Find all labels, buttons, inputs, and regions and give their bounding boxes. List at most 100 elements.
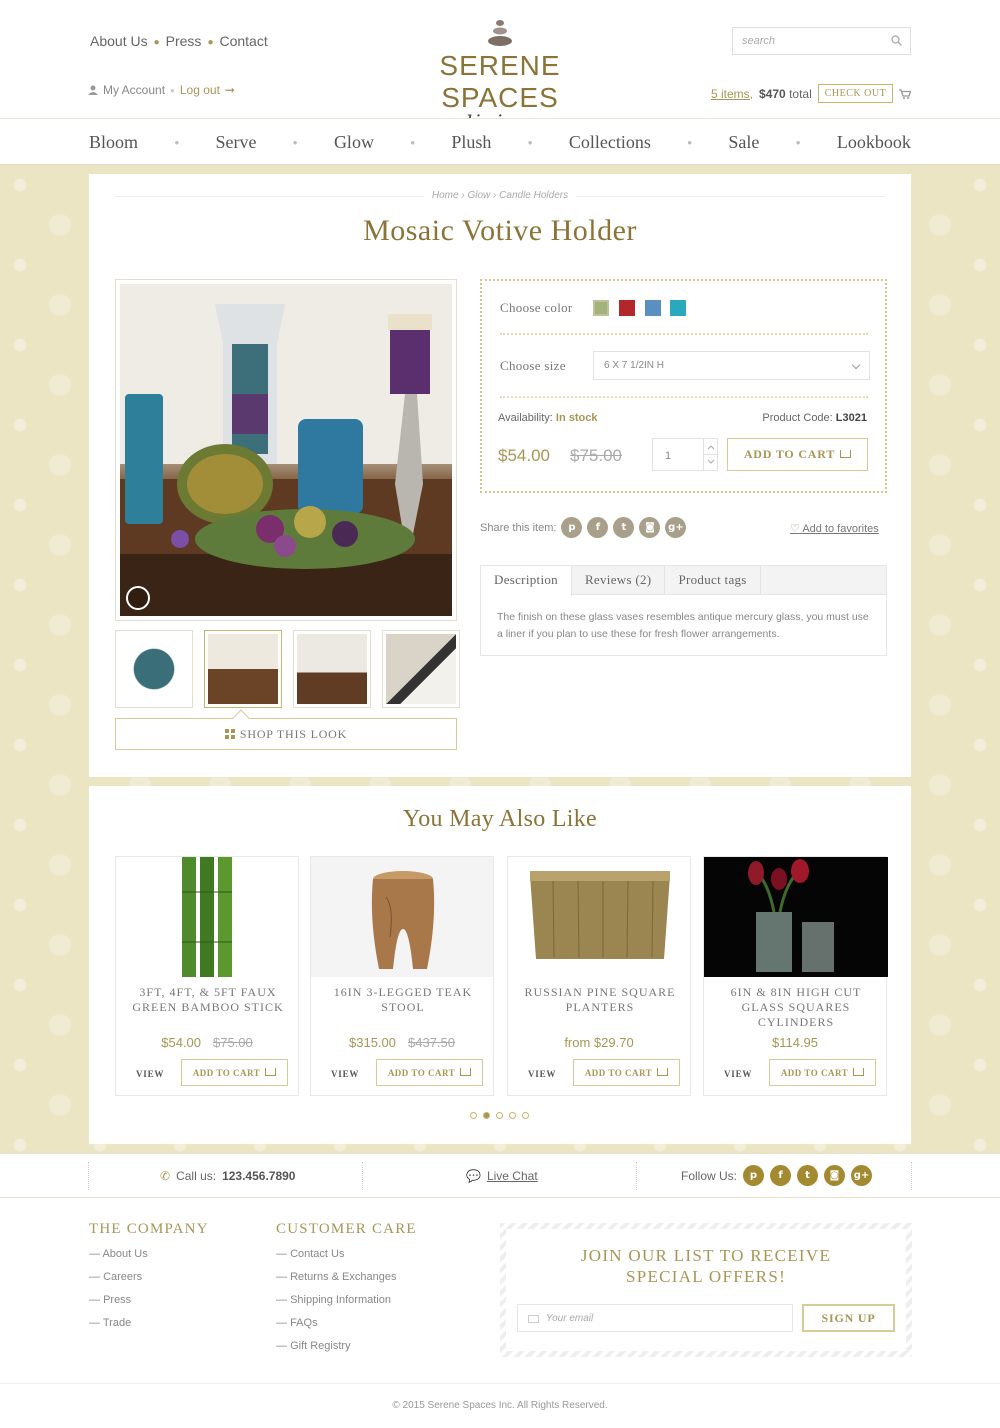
thumbnail[interactable] (293, 630, 371, 708)
nav-collections[interactable]: Collections (569, 132, 651, 153)
footer-link[interactable]: — FAQs (276, 1317, 396, 1340)
add-to-cart-button[interactable]: ADD TO CART (573, 1059, 680, 1086)
tab-reviews[interactable]: Reviews (2) (572, 566, 666, 594)
logo[interactable]: SERENE SPACES living (400, 18, 600, 134)
contact-link[interactable]: Contact (219, 33, 267, 49)
thumbnail[interactable] (115, 630, 193, 708)
nav-plush[interactable]: Plush (451, 132, 491, 153)
sign-up-button[interactable]: SIGN UP (802, 1304, 895, 1332)
quantity-stepper[interactable]: 1 (652, 438, 718, 471)
product-name[interactable]: RUSSIAN PINE SQUARE PLANTERS (518, 985, 682, 1015)
checkout-button[interactable]: CHECK OUT (817, 84, 894, 103)
product-card[interactable]: 3FT, 4FT, & 5FT FAUX GREEN BAMBOO STICK … (115, 856, 299, 1096)
product-image[interactable] (704, 857, 888, 977)
cart-icon[interactable] (899, 88, 912, 99)
facebook-icon[interactable]: f (587, 517, 609, 538)
user-icon (88, 85, 98, 95)
product-image[interactable] (311, 857, 493, 977)
nav-separator: ● (174, 137, 180, 147)
thumbnail[interactable] (204, 630, 282, 708)
product-main-image[interactable] (115, 279, 457, 621)
follow-label: Follow Us: (681, 1168, 738, 1183)
product-image[interactable] (116, 857, 298, 977)
add-to-cart-button[interactable]: ADD TO CART (769, 1059, 876, 1086)
quantity-value: 1 (665, 450, 672, 462)
product-card[interactable]: 6IN & 8IN HIGH CUT GLASS SQUARES CYLINDE… (703, 856, 888, 1096)
twitter-icon[interactable]: t (613, 517, 635, 538)
instagram-icon[interactable]: ◙ (824, 1165, 846, 1186)
view-button[interactable]: VIEW (136, 1069, 164, 1079)
divider (88, 1162, 89, 1190)
nav-lookbook[interactable]: Lookbook (837, 132, 911, 153)
live-chat[interactable]: 💬 Live Chat (466, 1169, 538, 1183)
product-image[interactable] (508, 857, 690, 977)
carousel-dot[interactable] (496, 1112, 503, 1119)
my-account-link[interactable]: My Account (103, 83, 165, 97)
nav-bloom[interactable]: Bloom (89, 132, 138, 153)
color-swatch-blue[interactable] (645, 300, 661, 316)
footer-link[interactable]: — Careers (89, 1271, 148, 1294)
cart-items-link[interactable]: 5 items, (711, 87, 753, 101)
add-to-cart-button[interactable]: ADD TO CART (181, 1059, 288, 1086)
footer-link-label: Contact Us (290, 1248, 345, 1260)
carousel-dot[interactable] (522, 1112, 529, 1119)
nav-serve[interactable]: Serve (215, 132, 256, 153)
breadcrumb-candle-holders[interactable]: Candle Holders (499, 190, 568, 201)
email-field[interactable]: Your email (517, 1304, 793, 1332)
product-name[interactable]: 16IN 3-LEGGED TEAK STOOL (321, 985, 485, 1015)
footer-link[interactable]: — Press (89, 1294, 148, 1317)
product-name[interactable]: 6IN & 8IN HIGH CUT GLASS SQUARES CYLINDE… (714, 985, 878, 1030)
search-icon[interactable] (891, 35, 902, 46)
color-swatch-sage[interactable] (593, 300, 609, 316)
nav-sale[interactable]: Sale (728, 132, 759, 153)
view-button[interactable]: VIEW (724, 1069, 752, 1079)
thumbnail[interactable] (382, 630, 460, 708)
facebook-icon[interactable]: f (770, 1165, 792, 1186)
carousel-dot-active[interactable] (483, 1112, 490, 1119)
product-card[interactable]: 16IN 3-LEGGED TEAK STOOL $315.00 $437.50 … (310, 856, 494, 1096)
search-input[interactable]: search (732, 27, 911, 55)
google-plus-icon[interactable]: g+ (665, 517, 687, 538)
footer-link[interactable]: — Shipping Information (276, 1294, 396, 1317)
instagram-icon[interactable]: ◙ (639, 517, 661, 538)
color-swatch-red[interactable] (619, 300, 635, 316)
quantity-arrows[interactable] (703, 439, 718, 470)
view-button[interactable]: VIEW (528, 1069, 556, 1079)
add-to-favorites-link[interactable]: ♡ Add to favorites (790, 522, 879, 535)
about-us-link[interactable]: About Us (90, 33, 148, 49)
carousel-dot[interactable] (470, 1112, 477, 1119)
email-placeholder: Your email (546, 1313, 594, 1324)
color-swatch-teal[interactable] (670, 300, 686, 316)
twitter-icon[interactable]: t (797, 1165, 819, 1186)
nav-separator: ● (687, 137, 693, 147)
shop-this-look-button[interactable]: SHOP THIS LOOK (115, 709, 457, 750)
thumbnail-strip (115, 630, 460, 708)
view-button[interactable]: VIEW (331, 1069, 359, 1079)
press-link[interactable]: Press (166, 33, 202, 49)
product-card[interactable]: RUSSIAN PINE SQUARE PLANTERS from $29.70… (507, 856, 691, 1096)
chat-icon: 💬 (466, 1169, 481, 1183)
add-to-cart-button[interactable]: ADD TO CART (376, 1059, 483, 1086)
zoom-icon[interactable] (126, 586, 150, 610)
breadcrumb-home[interactable]: Home (432, 190, 459, 201)
footer-link[interactable]: — Trade (89, 1317, 148, 1340)
logout-link[interactable]: Log out (180, 83, 220, 97)
product-name[interactable]: 3FT, 4FT, & 5FT FAUX GREEN BAMBOO STICK (126, 985, 290, 1015)
nav-glow[interactable]: Glow (334, 132, 374, 153)
footer-link[interactable]: — About Us (89, 1248, 148, 1271)
pinterest-icon[interactable]: p (561, 517, 583, 538)
footer-link[interactable]: — Gift Registry (276, 1340, 396, 1363)
add-to-cart-button[interactable]: ADD TO CART (727, 438, 868, 471)
breadcrumb-glow[interactable]: Glow (467, 190, 490, 201)
google-plus-icon[interactable]: g+ (851, 1165, 873, 1186)
footer-link[interactable]: — Contact Us (276, 1248, 396, 1271)
pinterest-icon[interactable]: p (743, 1165, 765, 1186)
tab-product-tags[interactable]: Product tags (665, 566, 761, 594)
tab-description[interactable]: Description (481, 566, 572, 596)
live-chat-link[interactable]: Live Chat (487, 1169, 538, 1183)
footer-link[interactable]: — Returns & Exchanges (276, 1271, 396, 1294)
phone-number[interactable]: 123.456.7890 (222, 1169, 295, 1183)
phone-icon: ✆ (160, 1169, 171, 1183)
carousel-dot[interactable] (509, 1112, 516, 1119)
size-select[interactable]: 6 X 7 1/2IN H (593, 351, 870, 380)
